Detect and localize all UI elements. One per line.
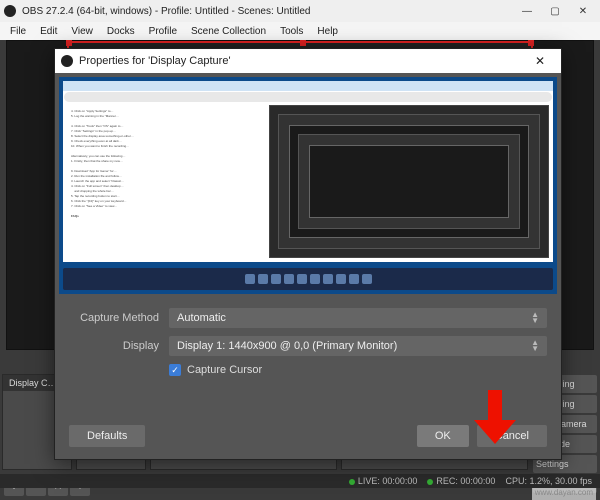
chevron-updown-icon: ▲▼ [531,312,539,324]
menu-file[interactable]: File [4,26,32,37]
preview-taskbar [63,268,553,290]
source-preview: 4. Click on "Apply Settings" to…5. Log t… [55,73,561,298]
status-rec: REC: 00:00:00 [427,476,495,486]
checkmark-icon: ✓ [169,364,181,376]
menu-scene-collection[interactable]: Scene Collection [185,26,272,37]
watermark: www.dayan.com [532,488,596,500]
maximize-icon[interactable]: ▢ [542,2,568,20]
display-value: Display 1: 1440x900 @ 0,0 (Primary Monit… [177,340,397,352]
minimize-icon[interactable]: — [514,2,540,20]
obs-logo-icon [4,5,16,17]
close-icon[interactable]: ✕ [570,2,596,20]
status-cpu: CPU: 1.2%, 30.00 fps [505,476,592,486]
resize-handle-icon[interactable] [528,40,534,46]
dialog-title: Properties for 'Display Capture' [79,55,525,67]
status-bar: LIVE: 00:00:00 REC: 00:00:00 CPU: 1.2%, … [0,474,600,488]
capture-method-value: Automatic [177,312,226,324]
capture-method-select[interactable]: Automatic ▲▼ [169,308,547,328]
capture-cursor-checkbox[interactable]: ✓ Capture Cursor [169,364,547,376]
window-title: OBS 27.2.4 (64-bit, windows) - Profile: … [22,6,514,17]
main-menubar: File Edit View Docks Profile Scene Colle… [0,22,600,40]
main-titlebar: OBS 27.2.4 (64-bit, windows) - Profile: … [0,0,600,22]
obs-logo-icon [61,55,73,67]
display-label: Display [69,340,159,352]
capture-cursor-label: Capture Cursor [187,364,262,376]
display-select[interactable]: Display 1: 1440x900 @ 0,0 (Primary Monit… [169,336,547,356]
capture-method-label: Capture Method [69,312,159,324]
cancel-button[interactable]: Cancel [477,425,547,447]
preview-browser-window: 4. Click on "Apply Settings" to…5. Log t… [63,81,553,262]
resize-handle-icon[interactable] [66,40,72,46]
dialog-close-icon[interactable]: ✕ [525,54,555,68]
menu-view[interactable]: View [65,26,99,37]
dialog-button-row: Defaults OK Cancel [55,417,561,459]
ok-button[interactable]: OK [417,425,469,447]
properties-dialog: Properties for 'Display Capture' ✕ 4. Cl… [54,48,562,460]
menu-tools[interactable]: Tools [274,26,309,37]
menu-help[interactable]: Help [311,26,344,37]
defaults-button[interactable]: Defaults [69,425,145,447]
dialog-form: Capture Method Automatic ▲▼ Display Disp… [55,298,561,417]
dialog-titlebar[interactable]: Properties for 'Display Capture' ✕ [55,49,561,73]
menu-docks[interactable]: Docks [101,26,141,37]
resize-handle-icon[interactable] [300,40,306,46]
status-live: LIVE: 00:00:00 [349,476,418,486]
menu-edit[interactable]: Edit [34,26,63,37]
menu-profile[interactable]: Profile [143,26,183,37]
chevron-updown-icon: ▲▼ [531,340,539,352]
